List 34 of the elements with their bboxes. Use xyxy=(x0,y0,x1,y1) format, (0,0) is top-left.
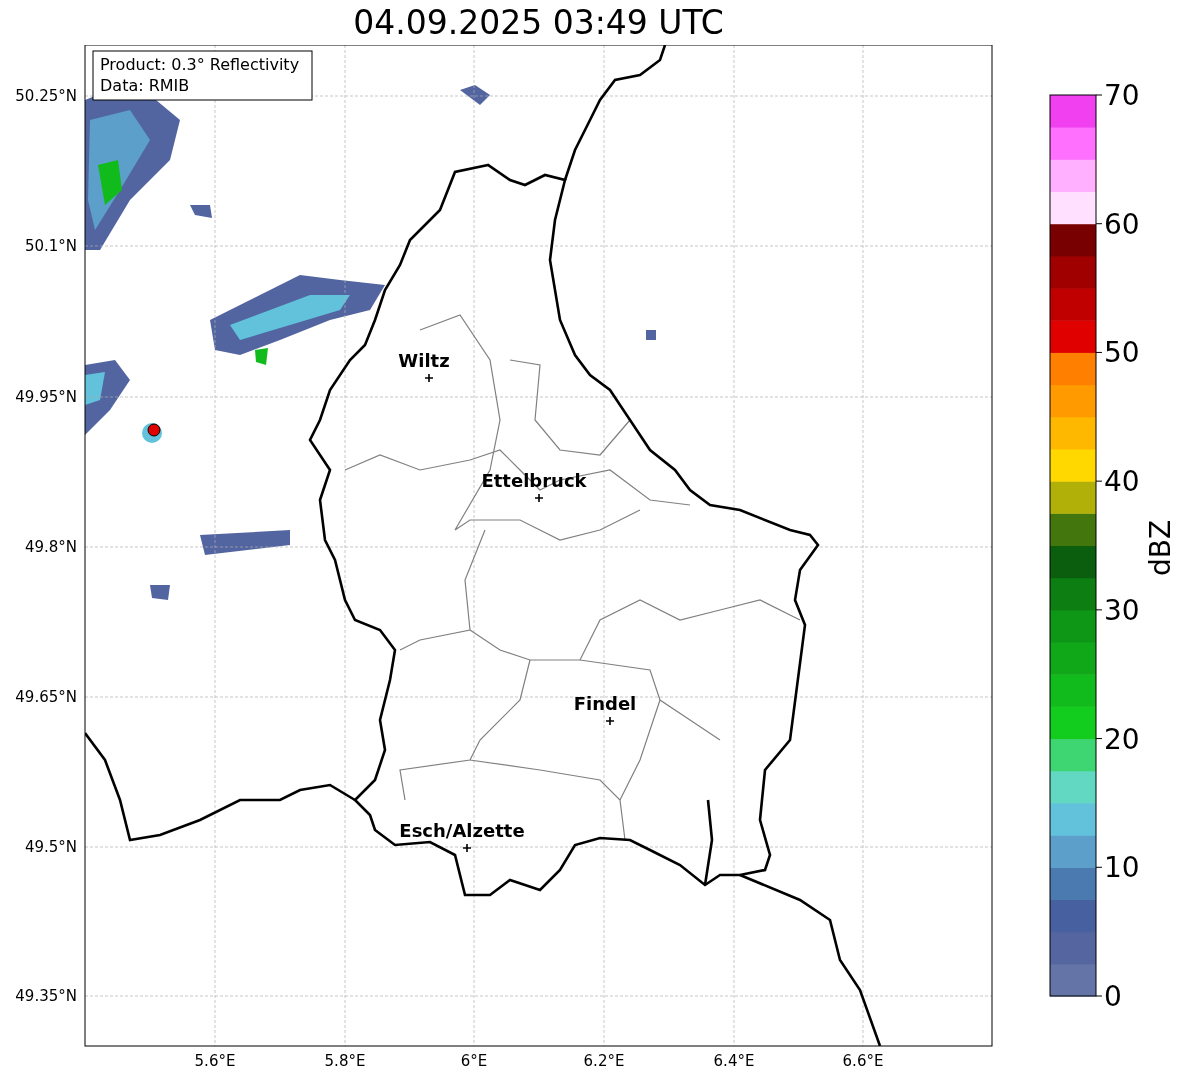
plot-title: 04.09.2025 03:49 UTC xyxy=(353,2,724,44)
colorbar-tick-label: 30 xyxy=(1104,593,1140,627)
latitude-label: 50.1°N xyxy=(24,237,77,255)
latitude-label: 50.25°N xyxy=(15,87,77,105)
colorbar-tick-label: 0 xyxy=(1104,980,1122,1013)
city-label: Esch/Alzette xyxy=(399,820,525,841)
city-marker-icon xyxy=(605,716,615,726)
city-label: Wiltz xyxy=(398,350,450,371)
colorbar-title: dBZ xyxy=(1144,519,1177,577)
colorbar-tick-label: 60 xyxy=(1104,207,1140,241)
latitude-label: 49.8°N xyxy=(24,538,77,556)
longitude-label: 6.4°E xyxy=(713,1052,755,1070)
longitude-label: 6.2°E xyxy=(583,1052,625,1070)
annotation-text: Product: 0.3° Reflectivity xyxy=(100,55,300,74)
longitude-label: 6.6°E xyxy=(842,1052,884,1070)
city-marker-icon xyxy=(462,843,472,853)
longitude-label: 6°E xyxy=(460,1052,488,1070)
city-label: Findel xyxy=(573,693,637,714)
colorbar-tick-label: 70 xyxy=(1104,79,1140,112)
latitude-label: 49.95°N xyxy=(15,388,77,406)
colorbar-tick-label: 10 xyxy=(1104,851,1140,885)
colorbar-tick-label: 40 xyxy=(1104,465,1140,499)
city-marker-icon xyxy=(534,493,544,503)
city-label: Ettelbruck xyxy=(481,470,587,491)
latitude-label: 49.5°N xyxy=(24,838,77,856)
longitude-label: 5.8°E xyxy=(324,1052,366,1070)
longitude-label: 5.6°E xyxy=(194,1052,236,1070)
colorbar-tick-label: 20 xyxy=(1104,722,1140,756)
annotation-text: Data: RMIB xyxy=(100,76,190,95)
city-marker-icon xyxy=(424,373,434,383)
radar-site-icon xyxy=(142,423,162,443)
latitude-label: 49.35°N xyxy=(15,987,77,1005)
colorbar-tick-label: 50 xyxy=(1104,336,1140,370)
latitude-label: 49.65°N xyxy=(15,688,77,706)
